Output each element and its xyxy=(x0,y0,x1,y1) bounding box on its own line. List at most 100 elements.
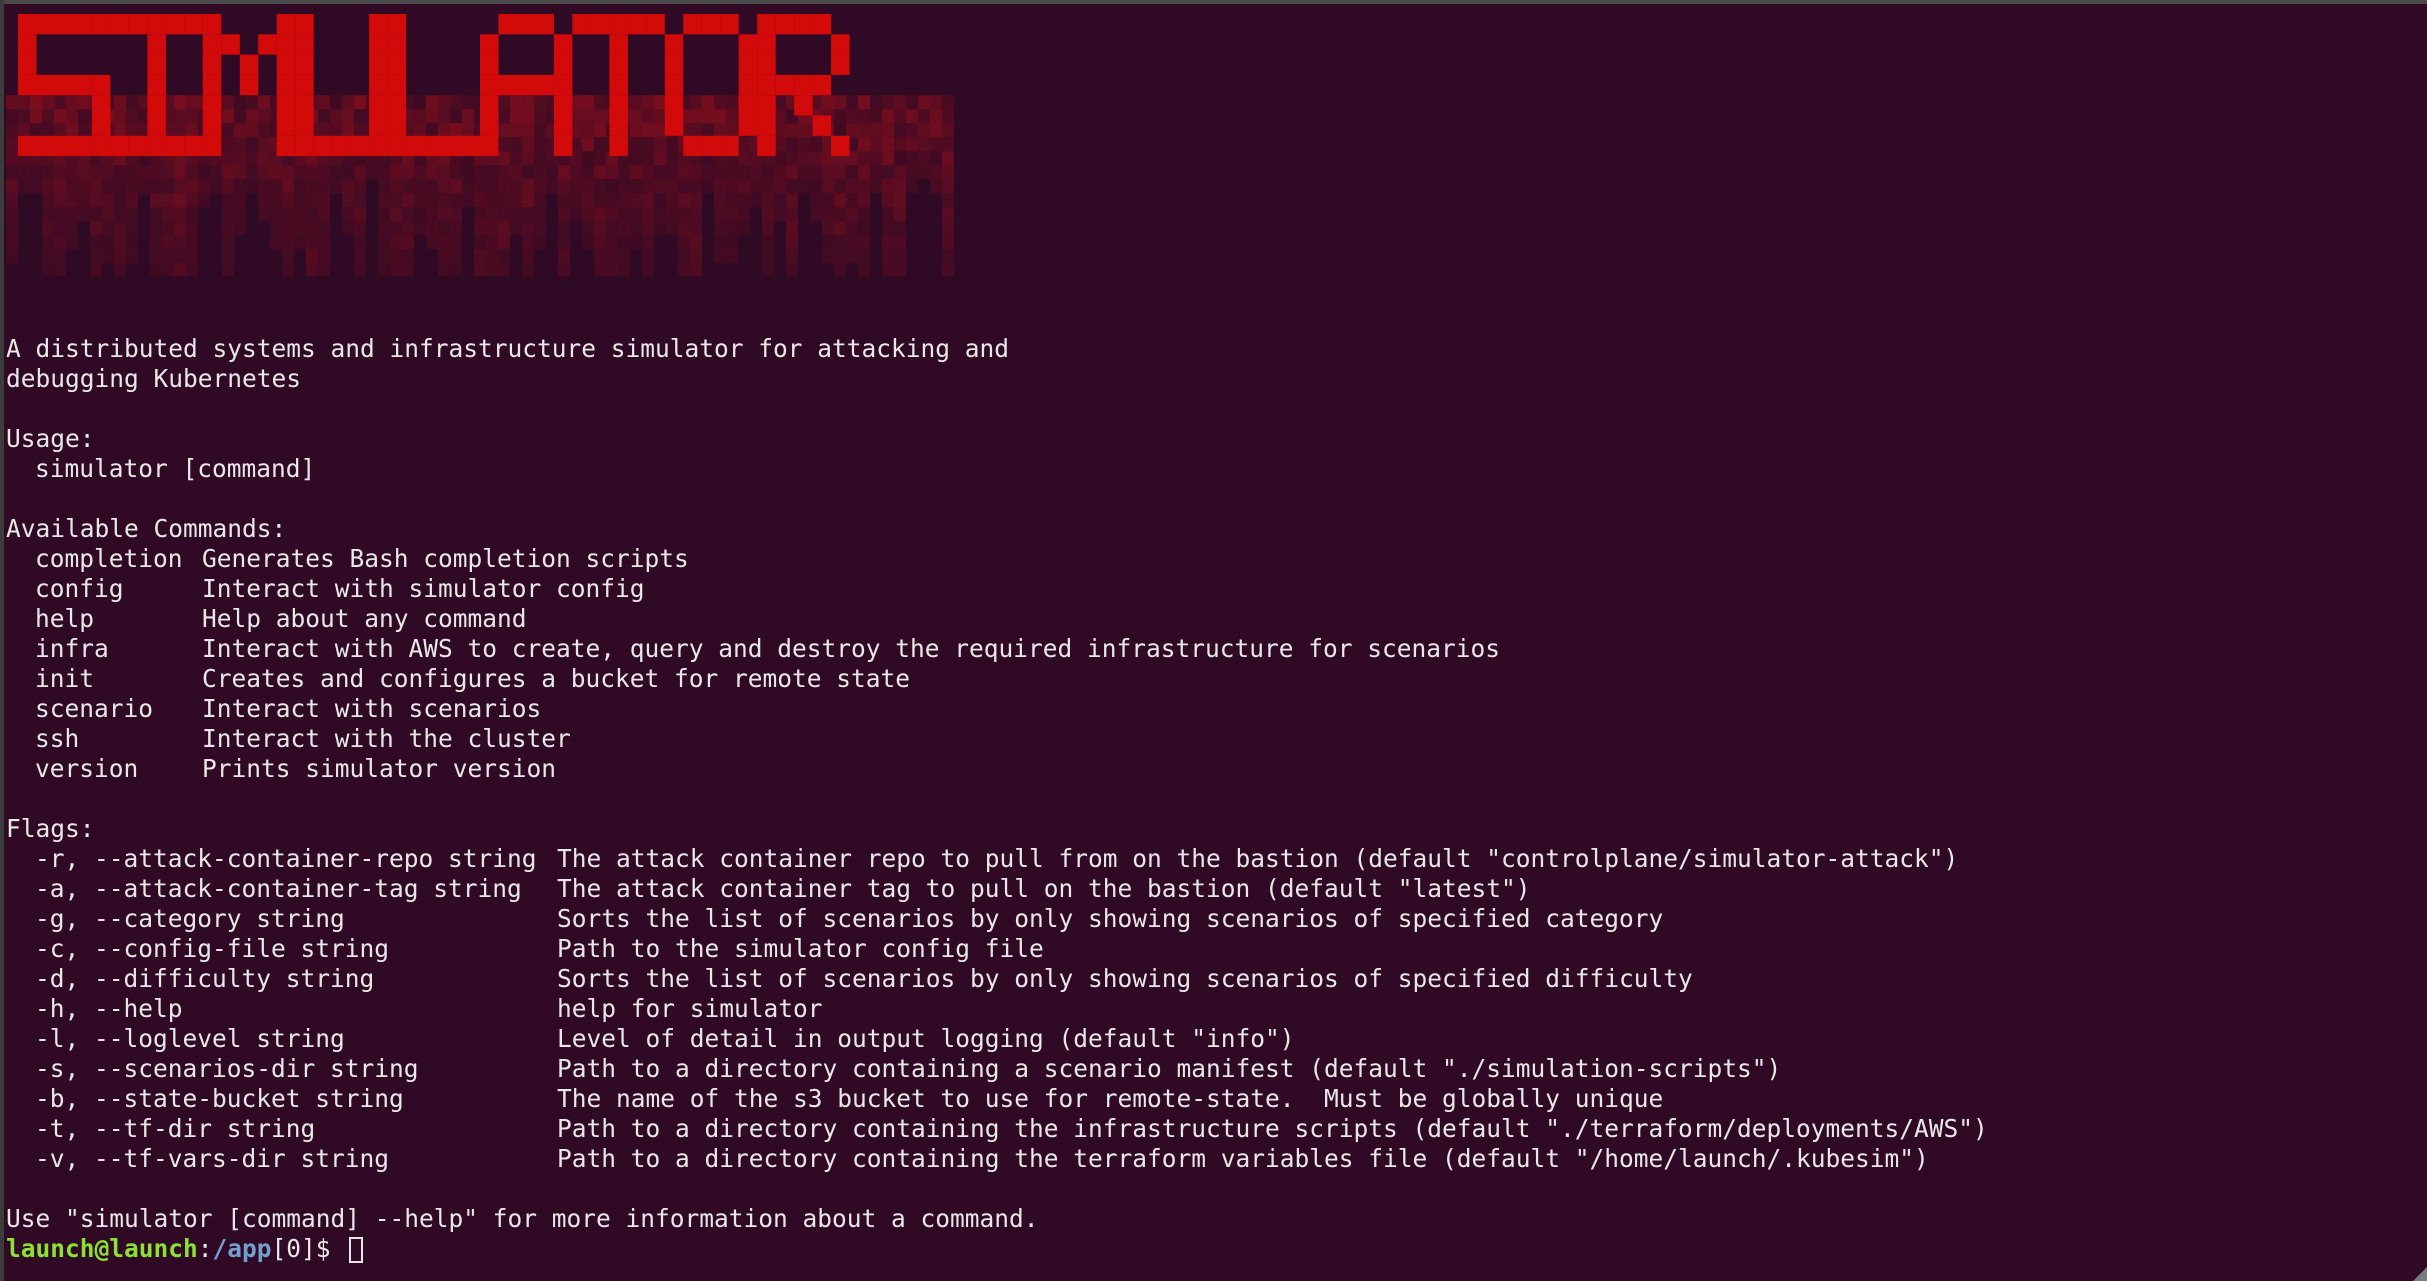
logo-drip-block xyxy=(102,165,114,180)
logo-block xyxy=(553,95,573,116)
logo-drip-block xyxy=(270,207,282,222)
logo-drip-block xyxy=(282,179,294,194)
logo-drip-block xyxy=(798,137,810,152)
logo-drip-block xyxy=(66,179,78,194)
prompt-suffix: [0]$ xyxy=(271,1234,346,1263)
logo-drip-block xyxy=(822,235,834,250)
text-cursor[interactable] xyxy=(349,1237,364,1263)
logo-block xyxy=(757,34,776,55)
logo-block xyxy=(18,135,37,157)
logo-drip-block xyxy=(630,193,642,208)
logo-drip-block xyxy=(498,165,510,180)
logo-drip-block xyxy=(906,151,918,166)
logo-block xyxy=(73,14,92,35)
logo-drip-block xyxy=(870,95,882,110)
logo-drip-block xyxy=(642,151,654,166)
logo-block xyxy=(276,74,296,96)
logo-drip-block xyxy=(318,95,330,110)
logo-drip-block xyxy=(462,95,474,110)
logo-drip-block xyxy=(690,95,702,110)
logo-drip-block xyxy=(318,123,330,138)
logo-block xyxy=(295,95,314,116)
logo-drip-block xyxy=(738,179,750,194)
logo-block xyxy=(258,34,277,55)
logo-drip-block xyxy=(390,165,402,180)
usage-command: simulator [command] xyxy=(35,454,316,483)
logo-drip-block xyxy=(810,207,822,222)
logo-drip-block xyxy=(138,179,150,194)
logo-drip-block xyxy=(582,123,594,138)
shell-prompt-line[interactable]: launch@launch:/app[0]$ xyxy=(6,1234,2406,1264)
logo-drip-block xyxy=(690,249,702,264)
logo-drip-block xyxy=(126,95,138,110)
logo-block xyxy=(202,115,222,136)
logo-block xyxy=(387,95,407,116)
logo-block xyxy=(480,135,499,157)
logo-block xyxy=(369,74,388,96)
logo-drip-block xyxy=(630,207,642,222)
logo-block xyxy=(757,54,776,75)
logo-block xyxy=(369,14,388,35)
logo-drip-block xyxy=(930,95,942,110)
logo-drip-block xyxy=(6,151,18,166)
logo-drip-block xyxy=(186,263,198,276)
logo-drip-block xyxy=(846,221,858,236)
logo-drip-block xyxy=(42,123,54,138)
logo-drip-block xyxy=(222,109,234,124)
logo-drip-block xyxy=(666,207,678,222)
logo-drip-block xyxy=(306,249,318,264)
logo-drip-block xyxy=(558,207,570,222)
logo-drip-block xyxy=(330,109,342,124)
logo-drip-block xyxy=(414,109,426,124)
logo-drip-block xyxy=(906,165,918,180)
logo-drip-block xyxy=(78,123,90,138)
logo-drip-block xyxy=(378,235,390,250)
logo-drip-block xyxy=(582,165,594,180)
logo-drip-block xyxy=(390,249,402,264)
logo-drip-block xyxy=(618,193,630,208)
logo-drip-block xyxy=(558,249,570,264)
logo-drip-block xyxy=(78,179,90,194)
logo-drip-block xyxy=(534,95,546,110)
flags-heading: Flags: xyxy=(6,814,95,843)
logo-drip-block xyxy=(906,95,918,110)
logo-drip-block xyxy=(714,207,726,222)
logo-block xyxy=(553,135,573,157)
logo-drip-block xyxy=(54,207,66,222)
logo-block xyxy=(720,135,739,157)
logo-drip-block xyxy=(54,235,66,250)
logo-drip-block xyxy=(474,193,486,208)
logo-drip-block xyxy=(318,221,330,236)
logo-drip-block xyxy=(78,207,90,222)
logo-block xyxy=(55,74,74,96)
logo-drip-block xyxy=(234,165,246,180)
logo-drip-block xyxy=(222,193,234,208)
logo-drip-block xyxy=(414,207,426,222)
logo-drip-block xyxy=(6,179,18,194)
logo-drip-block xyxy=(858,95,870,110)
logo-drip-block xyxy=(114,235,126,250)
logo-drip-block xyxy=(834,263,846,276)
description-line-1: A distributed systems and infrastructure… xyxy=(6,334,1010,363)
logo-drip-block xyxy=(258,165,270,180)
flag-desc: The attack container tag to pull on the … xyxy=(557,874,1531,903)
logo-drip-block xyxy=(726,109,738,124)
logo-drip-block xyxy=(798,179,810,194)
logo-drip-block xyxy=(18,165,30,180)
logo-drip-block xyxy=(114,95,126,110)
logo-drip-block xyxy=(414,193,426,208)
logo-drip-block xyxy=(678,221,690,236)
logo-drip-block xyxy=(606,165,618,180)
logo-block xyxy=(128,14,148,35)
logo-drip-block xyxy=(762,249,774,264)
logo-drip-block xyxy=(882,137,894,152)
logo-drip-block xyxy=(162,263,174,276)
logo-drip-block xyxy=(714,165,726,180)
logo-drip-block xyxy=(498,221,510,236)
command-name: scenario xyxy=(35,694,154,723)
resize-corner-icon[interactable] xyxy=(2413,1267,2427,1281)
flag-name: -t, --tf-dir string xyxy=(35,1114,316,1143)
logo-drip-block xyxy=(222,235,234,250)
logo-drip-block xyxy=(894,207,906,222)
flag-name: -r, --attack-container-repo string xyxy=(35,844,537,873)
